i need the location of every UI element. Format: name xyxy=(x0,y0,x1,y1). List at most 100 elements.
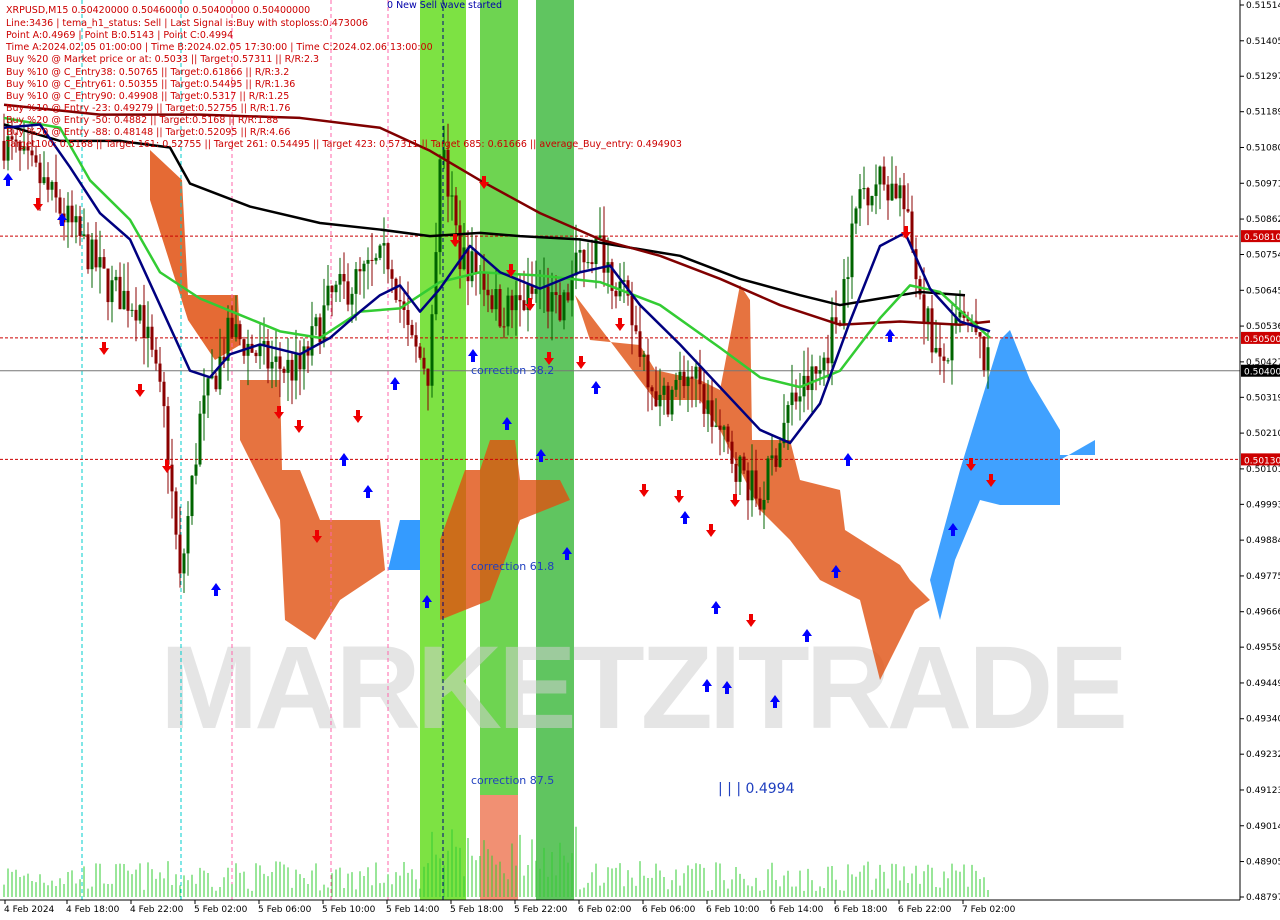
candle-body xyxy=(126,290,130,311)
level-price-label: 0.50810 xyxy=(1244,233,1280,243)
candle-body xyxy=(342,274,346,282)
info-line: Buy %20 @ Entry -88: 0.48148 || Target:0… xyxy=(6,127,290,138)
candle-body xyxy=(790,392,794,406)
candle-body xyxy=(382,243,386,246)
candle-body xyxy=(190,475,194,517)
candle-body xyxy=(390,269,394,279)
info-line: Buy %10 @ Entry -23: 0.49279 || Target:0… xyxy=(6,103,290,114)
price-tick-label: 0.50971 xyxy=(1246,179,1280,189)
candle-body xyxy=(334,284,338,293)
candle-body xyxy=(330,285,334,293)
candle-body xyxy=(370,259,374,261)
candle-body xyxy=(214,375,218,390)
candle-body xyxy=(462,247,466,270)
candle-body xyxy=(386,243,390,270)
candle-body xyxy=(374,257,378,261)
candle-body xyxy=(894,183,898,199)
candle-body xyxy=(446,149,450,197)
candle-body xyxy=(546,286,550,312)
candle-body xyxy=(242,339,246,356)
candle-body xyxy=(674,379,678,390)
candle-body xyxy=(702,384,706,414)
candle-body xyxy=(122,290,126,310)
correction-618-label: correction 61.8 xyxy=(471,560,554,573)
price-tick-label: 0.49993 xyxy=(1246,500,1280,510)
candle-body xyxy=(398,299,402,302)
candle-body xyxy=(578,249,582,253)
candle-body xyxy=(290,359,294,381)
candle-body xyxy=(430,314,434,386)
price-axis[interactable]: 0.516800.508100.505000.501300.504000.515… xyxy=(1240,0,1280,903)
candle-body xyxy=(722,426,726,430)
candle-body xyxy=(230,317,234,338)
candle-body xyxy=(206,378,210,396)
time-tick-label: 5 Feb 14:00 xyxy=(386,905,440,915)
candle-body xyxy=(58,197,62,214)
candle-body xyxy=(414,335,418,347)
price-tick-label: 0.50101 xyxy=(1246,465,1280,475)
candle-body xyxy=(302,346,306,370)
candle-body xyxy=(170,464,174,492)
candle-body xyxy=(670,389,674,415)
candle-body xyxy=(574,252,578,276)
info-line: Point A:0.4969 | Point B:0.5143 | Point … xyxy=(6,30,233,41)
price-tick-label: 0.50319 xyxy=(1246,393,1280,403)
candle-body xyxy=(202,395,206,414)
current-price-label: 0.50400 xyxy=(1244,368,1280,378)
candle-body xyxy=(310,326,314,356)
candle-body xyxy=(198,413,202,465)
candle-body xyxy=(734,463,738,482)
candle-body xyxy=(454,195,458,226)
candle-body xyxy=(86,234,90,270)
price-tick-label: 0.50754 xyxy=(1246,251,1280,261)
candle-body xyxy=(218,356,222,390)
candle-body xyxy=(438,159,442,253)
candle-body xyxy=(106,268,110,303)
candle-body xyxy=(798,396,802,402)
candle-body xyxy=(550,292,554,312)
candle-body xyxy=(46,177,50,190)
time-tick-label: 6 Feb 02:00 xyxy=(578,905,632,915)
chart-window[interactable]: MARKETZITRADE 0 New Sell wave started co… xyxy=(0,0,1280,920)
price-tick-label: 0.48905 xyxy=(1246,858,1280,868)
candle-body xyxy=(50,181,54,190)
candle-body xyxy=(142,305,146,339)
candle-body xyxy=(474,251,478,274)
candle-body xyxy=(174,491,178,535)
candle-body xyxy=(846,277,850,280)
candle-body xyxy=(794,392,798,402)
candle-body xyxy=(78,216,82,236)
candle-body xyxy=(134,309,138,321)
candle-body xyxy=(874,184,878,196)
candle-body xyxy=(978,332,982,337)
watermark-text: MARKETZITRADE xyxy=(160,622,1124,754)
candle-body xyxy=(554,292,558,296)
candle-body xyxy=(562,292,566,321)
price-tick-label: 0.50210 xyxy=(1246,429,1280,439)
price-tick-label: 0.51405 xyxy=(1246,37,1280,47)
candle-body xyxy=(842,279,846,324)
candle-body xyxy=(638,331,642,357)
time-axis[interactable]: 4 Feb 2024 4 Feb 18:00 4 Feb 22:00 5 Feb 02… xyxy=(4,900,1016,915)
price-tick-label: 0.51514 xyxy=(1246,1,1280,11)
time-tick-label: 7 Feb 02:00 xyxy=(962,905,1016,915)
price-tick-label: 0.51189 xyxy=(1246,108,1280,118)
candle-body xyxy=(470,251,474,282)
price-chart[interactable]: MARKETZITRADE 0 New Sell wave started co… xyxy=(0,0,1280,920)
candle-body xyxy=(490,295,494,310)
candle-body xyxy=(294,353,298,381)
candle-body xyxy=(450,195,454,197)
candle-body xyxy=(786,405,790,423)
candle-body xyxy=(90,239,94,270)
time-tick-label: 5 Feb 06:00 xyxy=(258,905,312,915)
candle-body xyxy=(82,234,86,236)
candle-body xyxy=(566,292,570,301)
info-line: Buy %10 @ C_Entry38: 0.50765 || Target:0… xyxy=(6,67,289,78)
candle-body xyxy=(886,184,890,201)
candle-body xyxy=(394,278,398,300)
candle-body xyxy=(494,288,498,310)
candle-body xyxy=(650,387,654,392)
info-line: Buy %10 @ C_Entry90: 0.49908 || Target:0… xyxy=(6,91,289,102)
candle-body xyxy=(422,357,426,369)
candle-body xyxy=(514,295,518,311)
